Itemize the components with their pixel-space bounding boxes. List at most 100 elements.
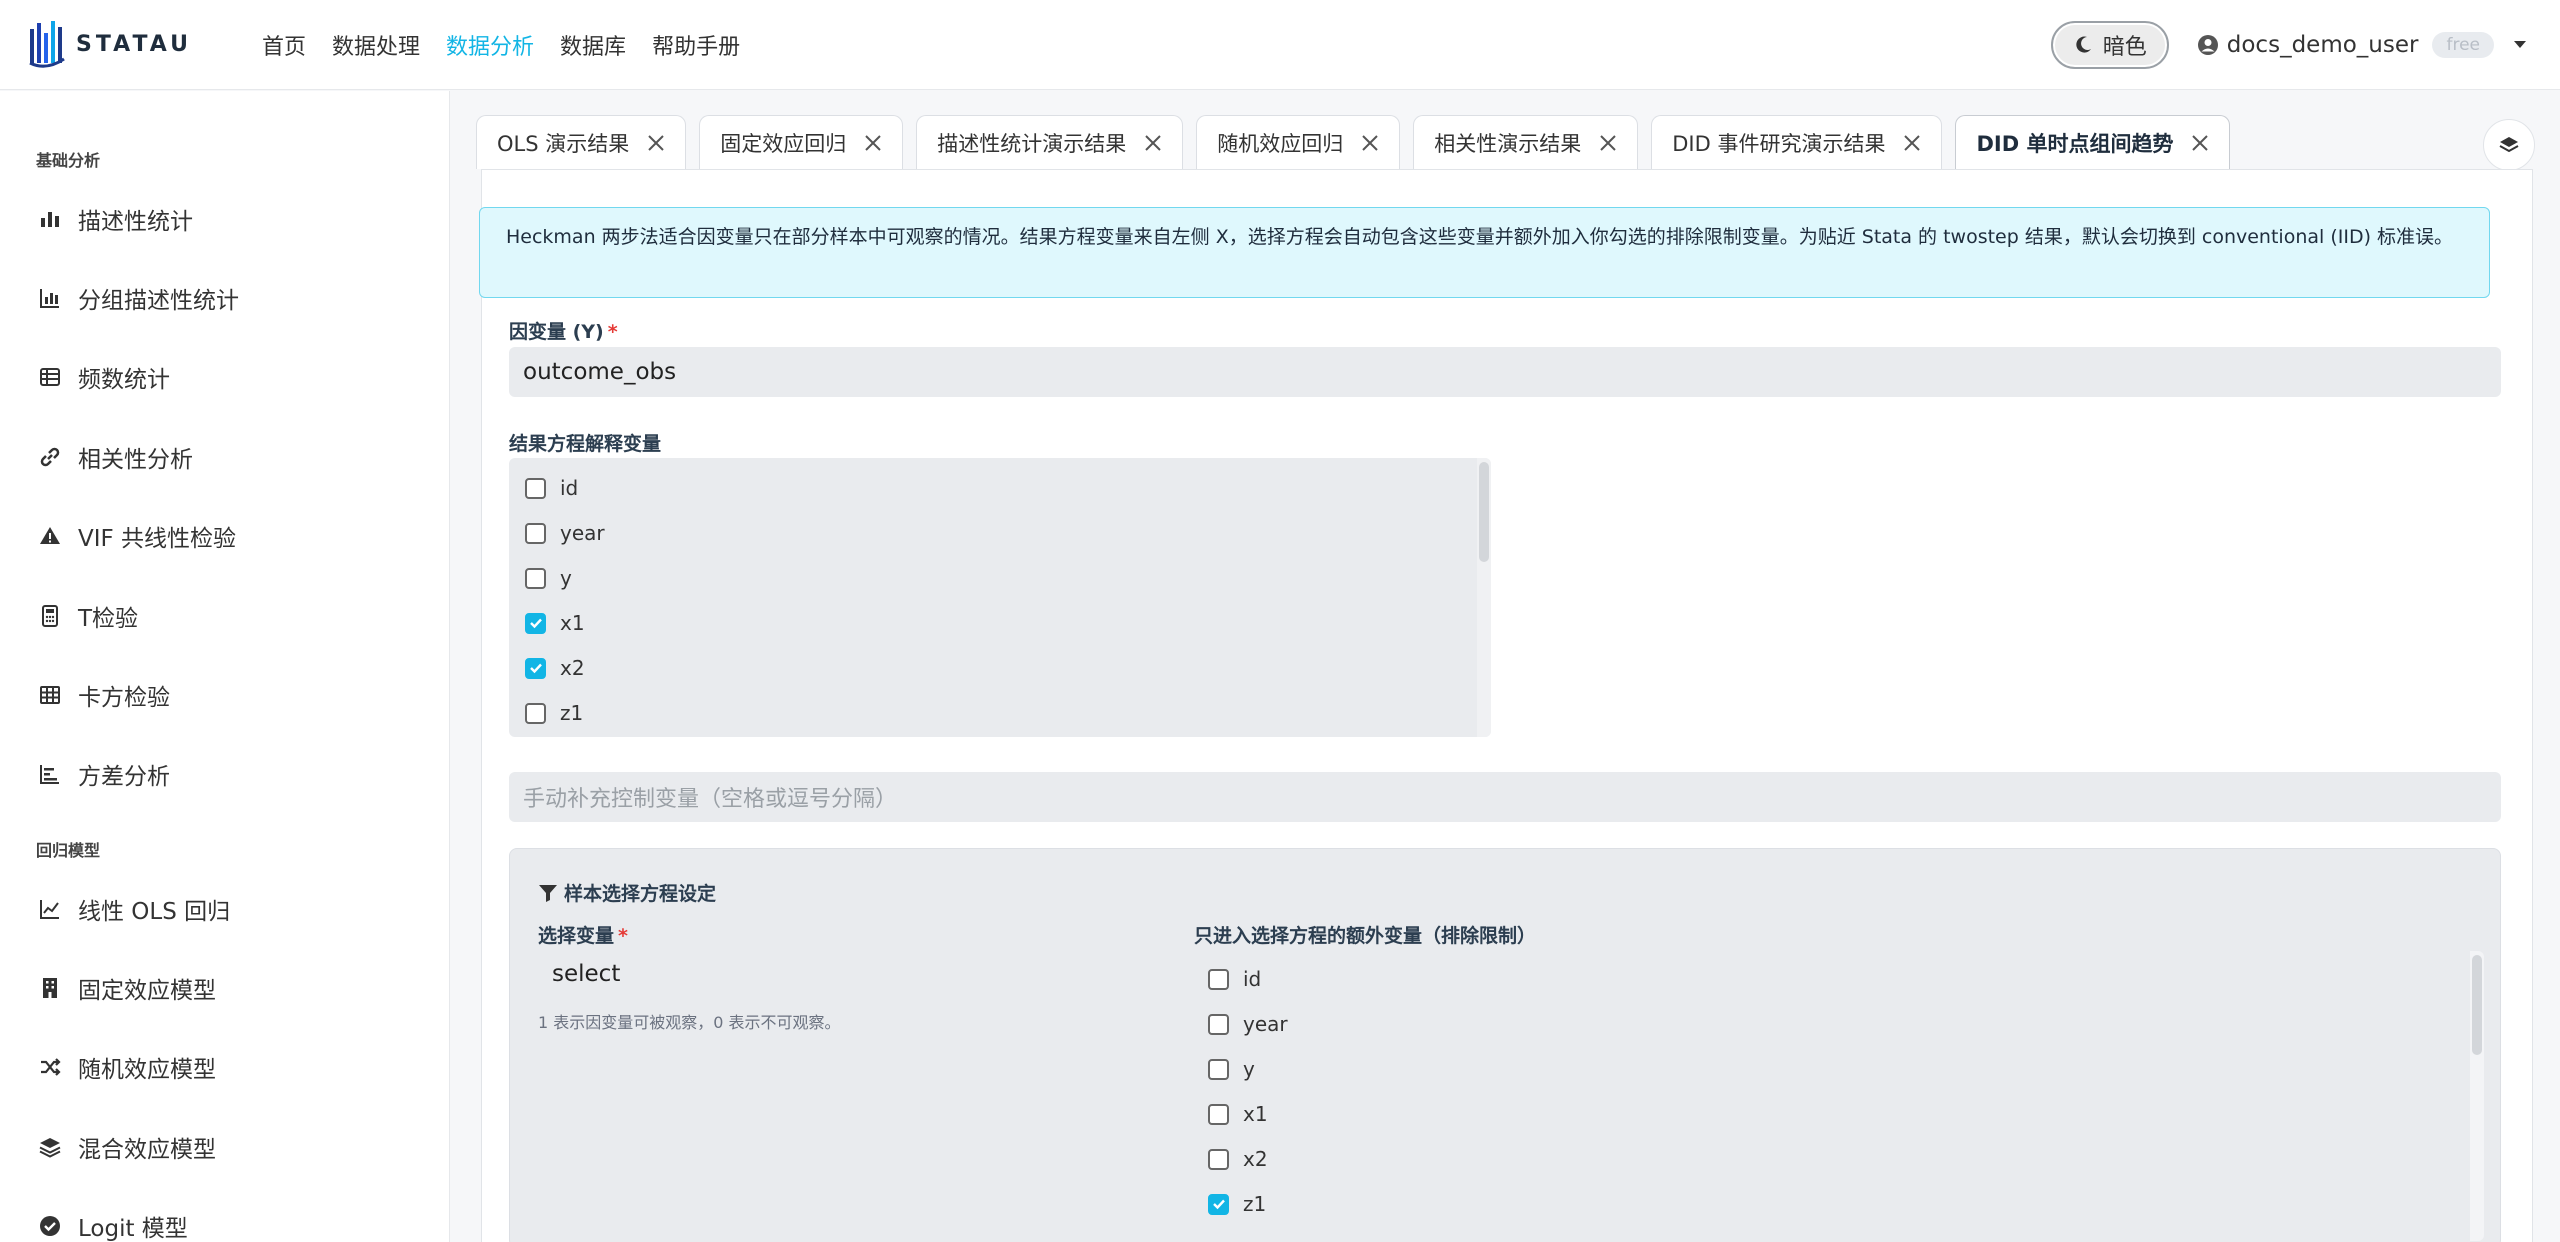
list-item[interactable]: z1 — [1208, 1192, 1266, 1216]
nav-help[interactable]: 帮助手册 — [652, 29, 740, 61]
tab-descriptive-demo[interactable]: 描述性统计演示结果 — [916, 115, 1184, 169]
outcome-vars-list[interactable]: id year y x1 x2 z1 — [509, 458, 1491, 737]
sidebar-item-descriptive[interactable]: 描述性统计 — [36, 179, 450, 258]
close-icon[interactable] — [1144, 134, 1162, 152]
main-content: OLS 演示结果 固定效应回归 描述性统计演示结果 随机效应回归 相关性演示结果… — [451, 91, 2560, 1242]
checkbox[interactable] — [1208, 1013, 1229, 1035]
tab-ols-demo[interactable]: OLS 演示结果 — [476, 115, 687, 169]
checkbox-checked[interactable] — [1208, 1193, 1229, 1215]
building-icon — [36, 974, 64, 1002]
scrollbar[interactable] — [1477, 458, 1491, 737]
sidebar-item-random-effects[interactable]: 随机效应模型 — [36, 1028, 450, 1107]
checkbox[interactable] — [1208, 1058, 1229, 1080]
sample-selection-section: 样本选择方程设定 选择变量 * select 1 表示因变量可被观察，0 表示不可… — [509, 848, 2501, 1242]
brand-name: STATAU — [76, 32, 192, 57]
sidebar-item-label: 频数统计 — [78, 367, 170, 394]
list-item[interactable]: year — [525, 521, 605, 545]
sample-section-title-text: 样本选择方程设定 — [564, 883, 717, 905]
nav-database[interactable]: 数据库 — [560, 29, 626, 61]
checkbox-label: year — [560, 521, 605, 545]
line-chart-icon — [36, 895, 64, 923]
scrollbar-thumb[interactable] — [2472, 955, 2482, 1055]
close-icon[interactable] — [1903, 134, 1921, 152]
sidebar-item-ttest[interactable]: T检验 — [36, 576, 450, 655]
checkbox[interactable] — [525, 567, 546, 589]
sidebar-item-frequency[interactable]: 频数统计 — [36, 338, 450, 417]
bar-chart-icon — [36, 205, 64, 233]
scrollbar-thumb[interactable] — [1479, 462, 1489, 562]
sidebar-item-mixed-effects[interactable]: 混合效应模型 — [36, 1107, 450, 1186]
manual-controls-input[interactable]: 手动补充控制变量（空格或逗号分隔） — [509, 772, 2501, 822]
nav-data-processing[interactable]: 数据处理 — [332, 29, 420, 61]
sidebar-item-anova[interactable]: 方差分析 — [36, 735, 450, 814]
list-item[interactable]: y — [1208, 1057, 1255, 1081]
check-icon — [1212, 1199, 1225, 1210]
sidebar-item-correlation[interactable]: 相关性分析 — [36, 417, 450, 496]
user-menu[interactable]: docs_demo_user free — [2197, 31, 2526, 58]
nav-data-analysis[interactable]: 数据分析 — [446, 29, 534, 61]
list-item[interactable]: id — [1208, 967, 1261, 991]
sidebar-item-group-descriptive[interactable]: 分组描述性统计 — [36, 258, 450, 337]
list-item[interactable]: x1 — [1208, 1102, 1268, 1126]
sidebar-item-logit[interactable]: Logit 模型 — [36, 1187, 450, 1242]
theme-toggle-button[interactable]: 暗色 — [2050, 20, 2169, 69]
extra-vars-list[interactable]: id year y x1 x2 z1 — [1194, 951, 2484, 1241]
tab-bar: OLS 演示结果 固定效应回归 描述性统计演示结果 随机效应回归 相关性演示结果… — [476, 115, 2243, 169]
checkbox-label: x1 — [1243, 1102, 1268, 1126]
checkbox[interactable] — [525, 477, 546, 499]
checkbox-label: x2 — [560, 656, 585, 680]
checkbox-label: x1 — [560, 611, 585, 635]
sidebar-item-label: 卡方检验 — [78, 685, 170, 712]
sidebar-item-label: Logit 模型 — [78, 1216, 188, 1242]
checkbox[interactable] — [1208, 1148, 1229, 1170]
theme-toggle-label: 暗色 — [2102, 34, 2147, 60]
close-icon[interactable] — [864, 134, 882, 152]
list-item[interactable]: x1 — [525, 611, 585, 635]
nav-right: 暗色 docs_demo_user free — [2050, 20, 2526, 69]
select-var-select[interactable]: select — [538, 951, 1138, 997]
sidebar-item-chisquare[interactable]: 卡方检验 — [36, 655, 450, 734]
scrollbar[interactable] — [2470, 951, 2484, 1241]
list-item[interactable]: x2 — [1208, 1147, 1268, 1171]
checkbox[interactable] — [1208, 968, 1229, 990]
tab-fixed-effects[interactable]: 固定效应回归 — [699, 115, 904, 169]
check-circle-icon — [36, 1212, 64, 1240]
list-item[interactable]: z1 — [525, 701, 583, 725]
sidebar-regression-list: 线性 OLS 回归 固定效应模型 随机效应模型 混合效应模型 Logit 模型 — [0, 869, 450, 1242]
username: docs_demo_user — [2226, 31, 2419, 58]
sidebar-item-fixed-effects[interactable]: 固定效应模型 — [36, 948, 450, 1027]
tab-random-effects[interactable]: 随机效应回归 — [1196, 115, 1401, 169]
tab-did-event-study[interactable]: DID 事件研究演示结果 — [1651, 115, 1943, 169]
checkbox[interactable] — [525, 522, 546, 544]
dependent-var-select[interactable]: outcome_obs — [509, 347, 2501, 397]
checkbox-checked[interactable] — [525, 612, 546, 634]
checkbox-checked[interactable] — [525, 657, 546, 679]
sidebar-item-label: 固定效应模型 — [78, 978, 216, 1005]
required-mark: * — [618, 925, 628, 947]
user-circle-icon — [2197, 34, 2218, 55]
checkbox-label: z1 — [560, 701, 584, 725]
checkbox[interactable] — [1208, 1103, 1229, 1125]
sample-section-title: 样本选择方程设定 — [538, 879, 716, 906]
sidebar-item-label: T检验 — [78, 605, 139, 632]
close-icon[interactable] — [1599, 134, 1617, 152]
list-item[interactable]: id — [525, 476, 578, 500]
close-icon[interactable] — [2191, 134, 2209, 152]
tab-did-single-trend[interactable]: DID 单时点组间趋势 — [1955, 115, 2231, 169]
chart-axis-icon — [36, 284, 64, 312]
list-item[interactable]: x2 — [525, 656, 585, 680]
list-item[interactable]: y — [525, 566, 572, 590]
list-item[interactable]: year — [1208, 1012, 1288, 1036]
nav-home[interactable]: 首页 — [262, 29, 306, 61]
sidebar-item-vif[interactable]: VIF 共线性检验 — [36, 497, 450, 576]
checkbox[interactable] — [525, 702, 546, 724]
sidebar-item-ols[interactable]: 线性 OLS 回归 — [36, 869, 450, 948]
close-icon[interactable] — [647, 134, 665, 152]
required-mark: * — [607, 321, 618, 343]
layers-toggle-button[interactable] — [2483, 119, 2535, 171]
close-icon[interactable] — [1361, 134, 1379, 152]
brand-logo[interactable]: STATAU — [28, 19, 198, 71]
tab-correlation-demo[interactable]: 相关性演示结果 — [1413, 115, 1639, 169]
checkbox-label: y — [560, 566, 572, 590]
calculator-icon — [36, 602, 64, 630]
